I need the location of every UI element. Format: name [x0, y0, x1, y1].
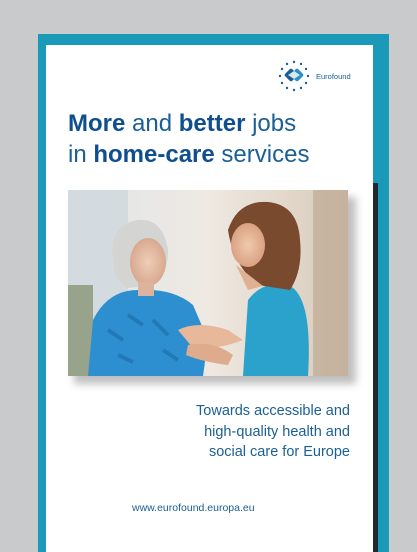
logo-text: Eurofound [316, 72, 351, 81]
cover-title: More and better jobs in home-care servic… [68, 108, 368, 170]
tagline: Towards accessible and high-quality heal… [140, 401, 350, 463]
caregiver-with-elderly-woman-photo [68, 190, 348, 376]
panel-edge-shadow [373, 183, 378, 552]
title-word-home-care: home-care [93, 141, 215, 168]
tagline-line-1: Towards accessible and [196, 403, 350, 419]
title-word-and: and [125, 110, 179, 137]
title-word-in: in [68, 141, 94, 168]
title-word-better: better [178, 110, 246, 137]
tagline-line-2: high-quality health and [204, 423, 350, 440]
title-word-services: services [214, 141, 310, 168]
title-word-jobs: jobs [245, 110, 297, 137]
tagline-line-3: social care for Europe [208, 444, 350, 460]
website-url: www.eurofound.europa.eu [132, 502, 255, 514]
title-word-more: More [68, 110, 126, 137]
